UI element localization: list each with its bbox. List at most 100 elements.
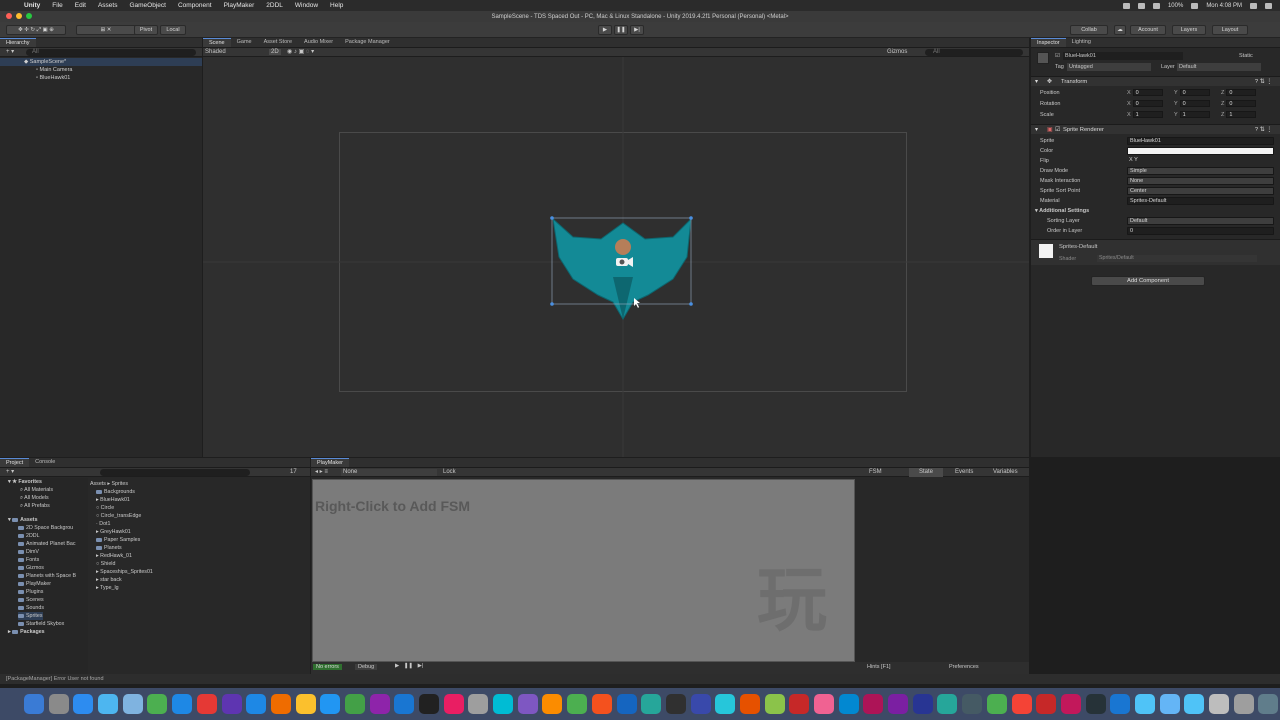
dock-app-icon[interactable] [1110, 694, 1131, 714]
dock-app-icon[interactable] [98, 694, 119, 714]
tab-asset-store[interactable]: Asset Store [258, 38, 298, 47]
menu-window[interactable]: Window [289, 2, 324, 9]
tab-package-manager[interactable]: Package Manager [339, 38, 396, 47]
position-z[interactable]: Z0 [1221, 89, 1259, 97]
menu-gameobject[interactable]: GameObject [123, 2, 172, 9]
add-component-button[interactable]: Add Component [1091, 276, 1205, 286]
pause-button[interactable]: ❚❚ [614, 25, 628, 35]
close-window-icon[interactable] [6, 13, 12, 19]
play-button[interactable]: ▶ [598, 25, 612, 35]
menu-assets[interactable]: Assets [92, 2, 124, 9]
account-dropdown[interactable]: Account [1130, 25, 1166, 35]
gizmos-dropdown[interactable]: Gizmos [887, 49, 907, 55]
dock-app-icon[interactable] [419, 694, 439, 714]
menu-file[interactable]: File [46, 2, 68, 9]
dock-app-icon[interactable] [48, 694, 69, 714]
wifi-icon[interactable] [1122, 2, 1130, 9]
favorite-item[interactable]: ⌕ All Materials [20, 486, 53, 494]
dock-app-icon[interactable] [715, 694, 736, 714]
menu-playmaker[interactable]: PlayMaker [218, 2, 261, 9]
dock-app-icon[interactable] [122, 694, 143, 714]
dock-app-icon[interactable] [616, 694, 637, 714]
component-menu-icon[interactable]: ? ⇅ ⋮ [1255, 79, 1272, 85]
dock-app-icon[interactable] [838, 694, 859, 714]
hierarchy-item-bluehawk[interactable]: ▫ BlueHawk01 [0, 74, 202, 82]
scale-y[interactable]: Y1 [1174, 111, 1212, 119]
search-icon[interactable] [1250, 2, 1257, 9]
minimize-window-icon[interactable] [16, 13, 22, 19]
dock-app-icon[interactable] [493, 694, 514, 714]
dock-app-icon[interactable] [221, 694, 242, 714]
scale-z[interactable]: Z1 [1221, 111, 1259, 119]
asset-item[interactable]: ▸ RedHawk_01 [96, 552, 132, 560]
dock-app-icon[interactable] [73, 694, 94, 714]
battery-icon[interactable] [1191, 2, 1199, 9]
resize-handle[interactable] [550, 302, 554, 306]
cloud-icon[interactable]: ☁ [1114, 25, 1126, 35]
asset-folder[interactable]: 2DDL [18, 532, 40, 540]
order-in-layer-field[interactable]: 0 [1127, 227, 1274, 235]
dock-app-icon[interactable] [295, 694, 316, 714]
asset-item[interactable]: Planets [96, 544, 122, 552]
shading-dropdown[interactable]: Shaded [205, 49, 226, 55]
menu-list-icon[interactable] [1265, 2, 1272, 9]
tab-hierarchy[interactable]: Hierarchy [0, 38, 36, 47]
state-tab[interactable]: State [909, 468, 944, 477]
tab-playmaker[interactable]: PlayMaker [311, 458, 349, 467]
local-toggle[interactable]: Local [160, 25, 186, 35]
dock-app-icon[interactable] [888, 694, 909, 714]
flip-toggles[interactable]: X Y [1127, 157, 1274, 165]
transform-header[interactable]: ▾ ✥ Transform ? ⇅ ⋮ [1031, 76, 1280, 86]
asset-folder[interactable]: DimV [18, 548, 39, 556]
asset-folder[interactable]: Sounds [18, 604, 44, 612]
dock-app-icon[interactable] [1085, 694, 1106, 714]
asset-item[interactable]: ○ Shield [96, 560, 115, 568]
2d-toggle[interactable]: 2D [269, 49, 281, 55]
object-name-field[interactable]: BlueHawk01 [1063, 52, 1183, 60]
dock-app-icon[interactable] [764, 694, 785, 714]
packages-foldout[interactable]: ▸ Packages [8, 628, 45, 636]
asset-item[interactable]: ▸ Type_lg [96, 584, 119, 592]
events-tab[interactable]: Events [955, 469, 973, 475]
dock-app-icon[interactable] [1159, 694, 1180, 714]
rotation-x[interactable]: X0 [1127, 100, 1165, 108]
scene-viewport[interactable] [203, 57, 1029, 457]
dock-app-icon[interactable] [814, 694, 834, 714]
dock-app-icon[interactable] [1134, 694, 1155, 714]
bluetooth-icon[interactable] [1137, 2, 1145, 9]
dock-app-icon[interactable] [1060, 694, 1081, 714]
dock-app-icon[interactable] [1233, 694, 1254, 714]
active-checkbox[interactable]: ☑ [1055, 53, 1060, 59]
tab-scene[interactable]: Scene [203, 38, 231, 47]
add-icon[interactable]: + ▾ [6, 48, 14, 55]
asset-item[interactable]: ▸ star back [96, 576, 122, 584]
zoom-window-icon[interactable] [26, 13, 32, 19]
dock-app-icon[interactable] [912, 694, 933, 714]
project-search[interactable] [100, 469, 250, 476]
dock-app-icon[interactable] [986, 694, 1007, 714]
dock-app-icon[interactable] [641, 694, 662, 714]
rotation-z[interactable]: Z0 [1221, 100, 1259, 108]
asset-item[interactable]: · Dot1 [96, 520, 110, 528]
dock-app-icon[interactable] [567, 694, 588, 714]
asset-folder[interactable]: Starfield Skybox [18, 620, 64, 628]
dock-app-icon[interactable] [172, 694, 193, 714]
scene-search[interactable]: All [925, 49, 1023, 56]
position-x[interactable]: X0 [1127, 89, 1165, 97]
scale-x[interactable]: X1 [1127, 111, 1165, 119]
dock-app-icon[interactable] [320, 694, 341, 714]
dock-app-icon[interactable] [344, 694, 365, 714]
volume-icon[interactable] [1152, 2, 1160, 9]
hierarchy-search[interactable]: All [26, 49, 196, 56]
rect-tools[interactable]: ⊞ ✕ [76, 25, 136, 35]
asset-item[interactable]: ▸ GreyHawk01 [96, 528, 131, 536]
dock-app-icon[interactable] [369, 694, 390, 714]
asset-item[interactable]: ▸ BlueHawk01 [96, 496, 130, 504]
resize-handle[interactable] [689, 216, 693, 220]
dock-app-icon[interactable] [591, 694, 612, 714]
tab-audio-mixer[interactable]: Audio Mixer [298, 38, 339, 47]
resize-handle[interactable] [550, 216, 554, 220]
favorite-item[interactable]: ⌕ All Models [20, 494, 49, 502]
dock-app-icon[interactable] [690, 694, 711, 714]
mask-interaction-dropdown[interactable]: None [1127, 177, 1274, 185]
